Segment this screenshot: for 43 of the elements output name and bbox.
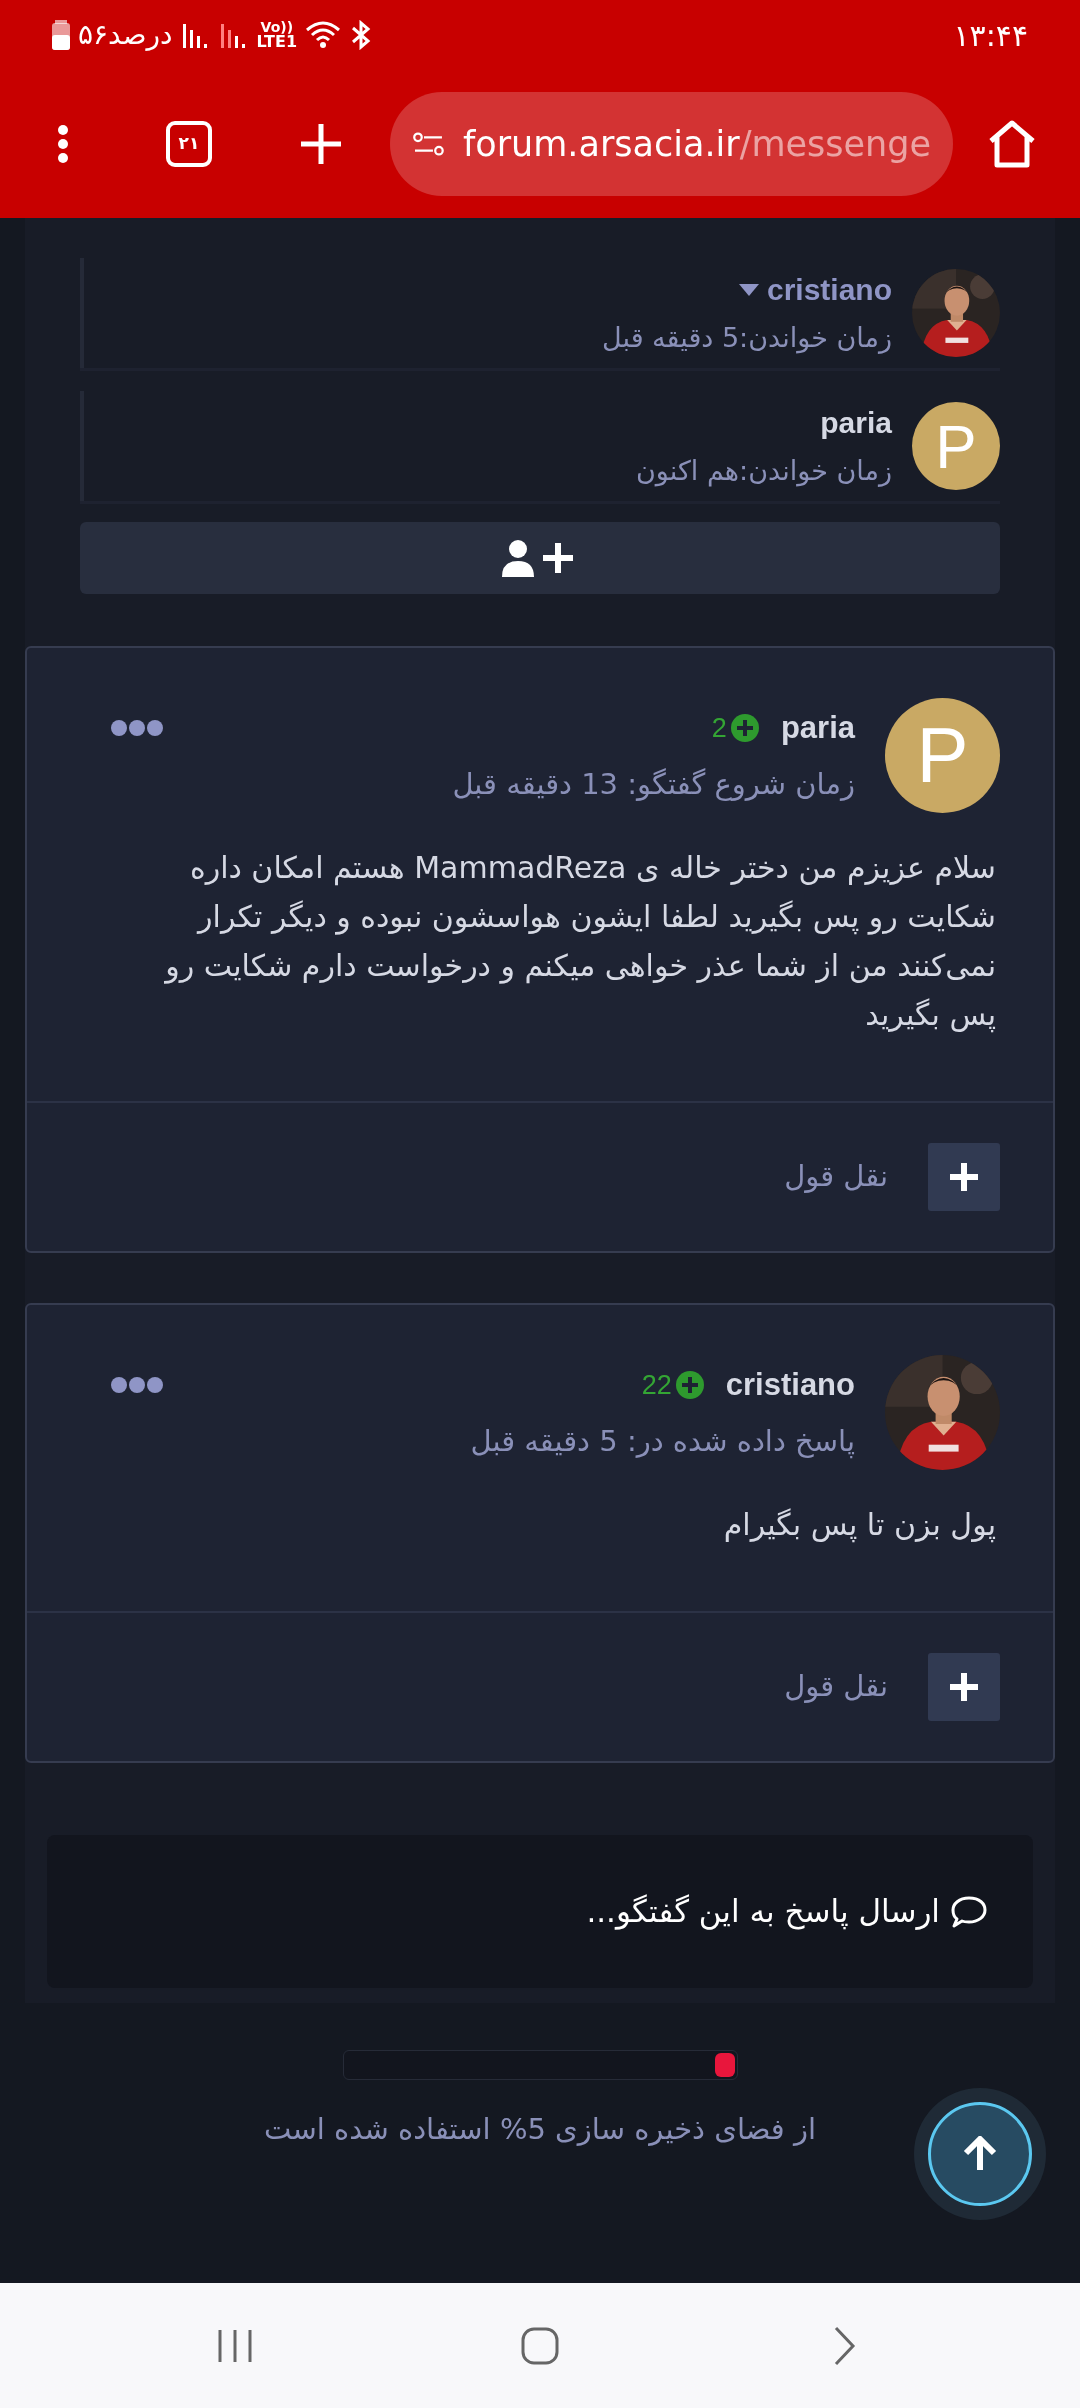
storage-text: از فضای ذخیره سازی 5% استفاده شده است <box>263 2111 816 2148</box>
user-name[interactable]: cristiano <box>766 267 892 313</box>
plus-icon <box>949 1162 979 1192</box>
quote-add-button[interactable] <box>928 1143 1000 1211</box>
post-time: پاسخ داده شده در: 5 دقیقه قبل <box>469 1423 855 1461</box>
read-time: زمان خواندن:هم اکنون <box>635 454 892 489</box>
post-time: زمان شروع گفتگو: 13 دقیقه قبل <box>451 766 855 803</box>
volte-label: Vo)) <box>260 20 294 34</box>
quote-link[interactable]: نقل قول <box>784 1155 888 1199</box>
plus-icon <box>949 1672 979 1702</box>
post-body: سلام عزیزم من دختر خاله ی MammadReza هستم امکان داره شکایت رو پس بگیرید لطفا ایشون هواسشون نبوده و دیگر تکرار نمی‌کنند من از شما عذر خواهی میکنم و درخواست دارم شکایت رو پس بگیرید <box>163 849 997 1035</box>
reply-placeholder: ارسال پاسخ به این گفتگو... <box>586 1892 940 1932</box>
plus-circle-icon <box>730 713 759 742</box>
wifi-icon <box>305 20 342 50</box>
home-nav-icon <box>520 2325 560 2366</box>
user-name[interactable]: paria <box>820 400 892 446</box>
reply-box[interactable]: ارسال پاسخ به این گفتگو... <box>47 1835 1033 1988</box>
plus-icon <box>299 122 343 166</box>
home-icon <box>987 119 1037 169</box>
more-icon <box>111 1375 163 1394</box>
author-name[interactable]: cristiano <box>725 1361 855 1408</box>
back-icon <box>833 2324 857 2367</box>
author-name[interactable]: paria <box>780 704 855 751</box>
read-time: زمان خواندن:5 دقیقه قبل <box>601 321 892 356</box>
network-label: LTE1 <box>256 34 298 50</box>
post-body: پول بزن تا پس بگیرام <box>722 1506 997 1545</box>
speech-bubble-icon <box>950 1894 988 1929</box>
reputation-score: 2 <box>711 711 727 745</box>
tabs-button[interactable]: ۲۱ <box>166 121 212 167</box>
quote-add-button[interactable] <box>928 1653 1000 1721</box>
clock-text: ۱۳:۴۴ <box>953 16 1028 55</box>
url-bar[interactable]: forum.arsacia.ir/messenge <box>390 92 953 196</box>
battery-icon <box>52 20 70 50</box>
caret-icon[interactable] <box>738 283 759 296</box>
menu-icon <box>57 124 69 164</box>
more-icon <box>111 718 163 737</box>
reputation-score: 22 <box>641 1368 672 1402</box>
url-text: forum.arsacia.ir/messenge <box>462 122 931 166</box>
arrow-up-icon <box>963 2136 997 2172</box>
plus-circle-icon <box>675 1370 704 1399</box>
scroll-to-top-button[interactable] <box>928 2102 1032 2206</box>
quote-link[interactable]: نقل قول <box>784 1665 888 1709</box>
battery-text: ۵۶درصد <box>78 17 173 53</box>
